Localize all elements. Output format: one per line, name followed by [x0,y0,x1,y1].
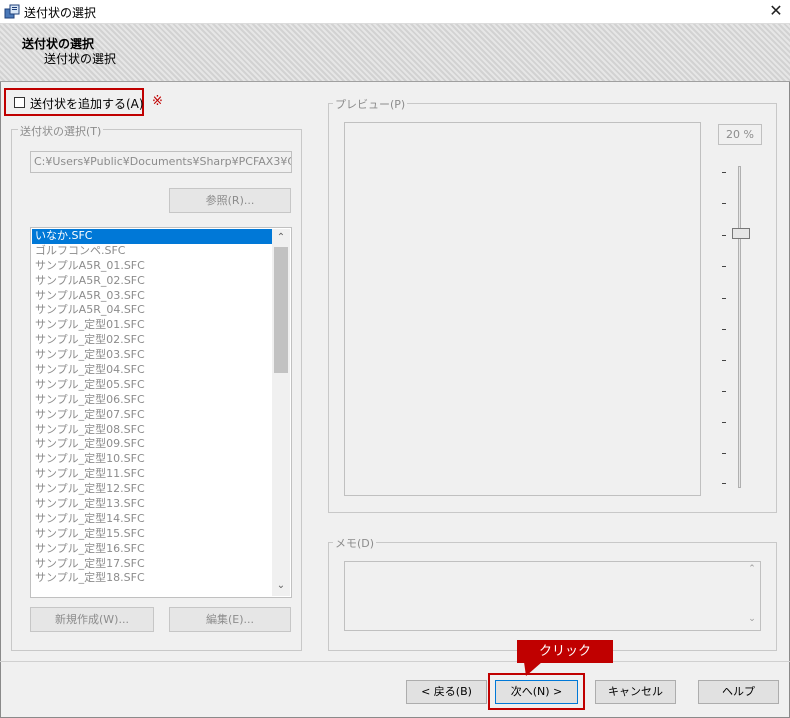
new-create-button[interactable]: 新規作成(W)... [30,607,154,632]
list-item[interactable]: サンプル_定型17.SFC [32,557,272,572]
list-item[interactable]: サンプル_定型14.SFC [32,512,272,527]
list-item[interactable]: サンプル_定型10.SFC [32,452,272,467]
fax-app-icon [4,4,20,19]
next-button[interactable]: 次へ(N) > [495,680,578,704]
cancel-button[interactable]: キャンセル [595,680,676,704]
preview-group-label: プレビュー(P) [333,96,408,112]
list-scrollbar[interactable]: ⌃ ⌄ [272,229,290,596]
cover-list-items: いなか.SFC ゴルフコンペ.SFC サンプルA5R_01.SFC サンプルA5R_0… [32,229,272,596]
memo-scroll-down-icon[interactable]: ⌄ [745,614,759,626]
list-item[interactable]: サンプル_定型09.SFC [32,437,272,452]
click-callout: クリック [517,640,613,663]
back-button[interactable]: < 戻る(B) [406,680,487,704]
note-mark: ※ [152,94,163,109]
help-button[interactable]: ヘルプ [698,680,779,704]
zoom-slider-track [738,166,741,488]
add-cover-label[interactable]: 送付状を追加する(A) [30,95,144,112]
zoom-slider-thumb[interactable] [732,228,750,239]
list-item[interactable]: ゴルフコンペ.SFC [32,244,272,259]
scroll-up-icon[interactable]: ⌃ [272,229,290,246]
list-item[interactable]: サンプル_定型07.SFC [32,408,272,423]
footer-separator [0,661,790,662]
list-item[interactable]: サンプル_定型16.SFC [32,542,272,557]
wizard-header: 送付状の選択 送付状の選択 [0,24,790,82]
list-item[interactable]: サンプル_定型08.SFC [32,423,272,438]
list-item[interactable]: サンプル_定型18.SFC [32,571,272,586]
memo-scroll-up-icon[interactable]: ⌃ [745,564,759,576]
select-group-label: 送付状の選択(T) [18,123,104,139]
list-item[interactable]: サンプル_定型01.SFC [32,318,272,333]
list-item[interactable]: サンプル_定型05.SFC [32,378,272,393]
memo-group-label: メモ(D) [333,535,377,551]
list-item[interactable]: サンプルA5R_01.SFC [32,259,272,274]
list-item[interactable]: いなか.SFC [32,229,272,244]
list-item[interactable]: サンプル_定型12.SFC [32,482,272,497]
header-subtitle: 送付状の選択 [44,52,117,66]
list-item[interactable]: サンプルA5R_03.SFC [32,289,272,304]
scroll-thumb[interactable] [274,247,288,373]
list-item[interactable]: サンプル_定型03.SFC [32,348,272,363]
scroll-down-icon[interactable]: ⌄ [272,579,290,596]
browse-button[interactable]: 参照(R)... [169,188,291,213]
list-item[interactable]: サンプル_定型13.SFC [32,497,272,512]
title-bar: 送付状の選択 ✕ [0,0,790,24]
list-item[interactable]: サンプル_定型02.SFC [32,333,272,348]
zoom-slider[interactable] [721,162,761,492]
close-icon[interactable]: ✕ [762,0,790,24]
cover-list[interactable]: いなか.SFC ゴルフコンペ.SFC サンプルA5R_01.SFC サンプルA5R_0… [30,227,292,598]
preview-area [344,122,701,496]
window-title: 送付状の選択 [24,6,97,20]
folder-path-input[interactable]: C:¥Users¥Public¥Documents¥Sharp¥PCFAX3¥C… [30,151,292,173]
list-item[interactable]: サンプルA5R_02.SFC [32,274,272,289]
list-item[interactable]: サンプル_定型04.SFC [32,363,272,378]
list-item[interactable]: サンプルA5R_04.SFC [32,303,272,318]
edit-button[interactable]: 編集(E)... [169,607,291,632]
list-item[interactable]: サンプル_定型06.SFC [32,393,272,408]
list-item[interactable]: サンプル_定型15.SFC [32,527,272,542]
memo-textarea[interactable]: ⌃ ⌄ [344,561,761,631]
zoom-value: 20 % [718,124,762,145]
add-cover-checkbox[interactable] [14,97,25,108]
list-item[interactable]: サンプル_定型11.SFC [32,467,272,482]
